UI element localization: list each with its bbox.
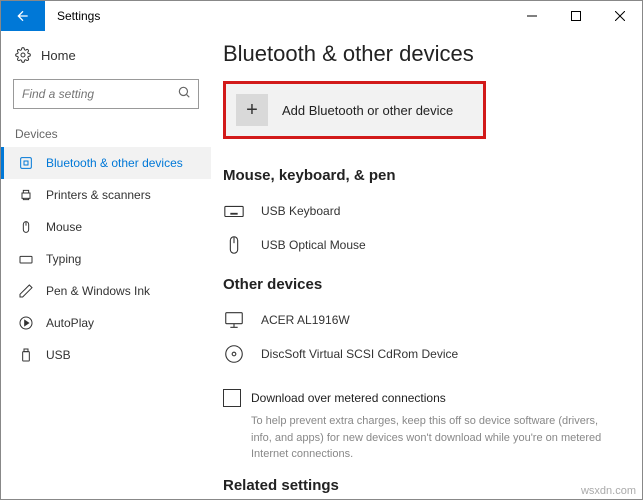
search-icon [177,85,191,104]
sidebar-item-typing[interactable]: Typing [1,243,211,275]
sidebar-item-usb[interactable]: USB [1,339,211,371]
printer-icon [18,187,34,203]
window-controls [510,1,642,31]
sidebar-item-bluetooth[interactable]: Bluetooth & other devices [1,147,211,179]
minimize-button[interactable] [510,1,554,31]
device-monitor[interactable]: ACER AL1916W [223,303,622,337]
checkbox-icon[interactable] [223,389,241,407]
device-label: DiscSoft Virtual SCSI CdRom Device [261,347,458,361]
bluetooth-icon [18,155,34,171]
mouse-icon [223,234,245,256]
content-pane: Bluetooth & other devices + Add Bluetoot… [211,31,642,501]
mouse-icon [18,219,34,235]
home-label: Home [41,48,76,63]
autoplay-icon [18,315,34,331]
sidebar: Home Devices Bluetooth & other devices P… [1,31,211,501]
watermark: wsxdn.com [581,485,636,497]
home-button[interactable]: Home [1,41,211,69]
sidebar-item-label: Bluetooth & other devices [46,156,183,170]
keyboard-icon [18,251,34,267]
add-bluetooth-highlight: + Add Bluetooth or other device [223,81,486,139]
sidebar-item-pen[interactable]: Pen & Windows Ink [1,275,211,307]
close-icon [615,11,625,21]
pen-icon [18,283,34,299]
minimize-icon [527,11,537,21]
maximize-icon [571,11,581,21]
sidebar-item-label: Pen & Windows Ink [46,284,150,298]
device-label: ACER AL1916W [261,313,350,327]
close-button[interactable] [598,1,642,31]
maximize-button[interactable] [554,1,598,31]
gear-icon [15,47,31,63]
device-usb-mouse[interactable]: USB Optical Mouse [223,228,622,262]
usb-icon [18,347,34,363]
keyboard-icon [223,200,245,222]
add-bluetooth-button[interactable]: + Add Bluetooth or other device [226,84,483,136]
monitor-icon [223,309,245,331]
device-label: USB Keyboard [261,204,340,218]
section-heading-related: Related settings [223,477,622,494]
disc-icon [223,343,245,365]
metered-help-text: To help prevent extra charges, keep this… [223,407,603,463]
sidebar-item-label: Typing [46,252,81,266]
metered-label: Download over metered connections [251,391,446,405]
device-label: USB Optical Mouse [261,238,366,252]
sidebar-item-mouse[interactable]: Mouse [1,211,211,243]
arrow-left-icon [15,8,31,24]
page-title: Bluetooth & other devices [223,41,622,67]
search-input[interactable] [13,79,199,109]
section-heading-mkp: Mouse, keyboard, & pen [223,167,622,184]
section-heading-other: Other devices [223,276,622,293]
sidebar-item-label: AutoPlay [46,316,94,330]
sidebar-item-label: Printers & scanners [46,188,151,202]
add-bluetooth-label: Add Bluetooth or other device [282,103,453,118]
metered-checkbox-row[interactable]: Download over metered connections [223,389,622,407]
device-disc[interactable]: DiscSoft Virtual SCSI CdRom Device [223,337,622,371]
plus-icon: + [236,94,268,126]
device-usb-keyboard[interactable]: USB Keyboard [223,194,622,228]
titlebar: Settings [1,1,642,31]
sidebar-item-label: USB [46,348,71,362]
back-button[interactable] [1,1,45,31]
sidebar-item-printers[interactable]: Printers & scanners [1,179,211,211]
sidebar-item-autoplay[interactable]: AutoPlay [1,307,211,339]
sidebar-item-label: Mouse [46,220,82,234]
window-title: Settings [45,9,100,23]
group-label-devices: Devices [1,123,211,147]
